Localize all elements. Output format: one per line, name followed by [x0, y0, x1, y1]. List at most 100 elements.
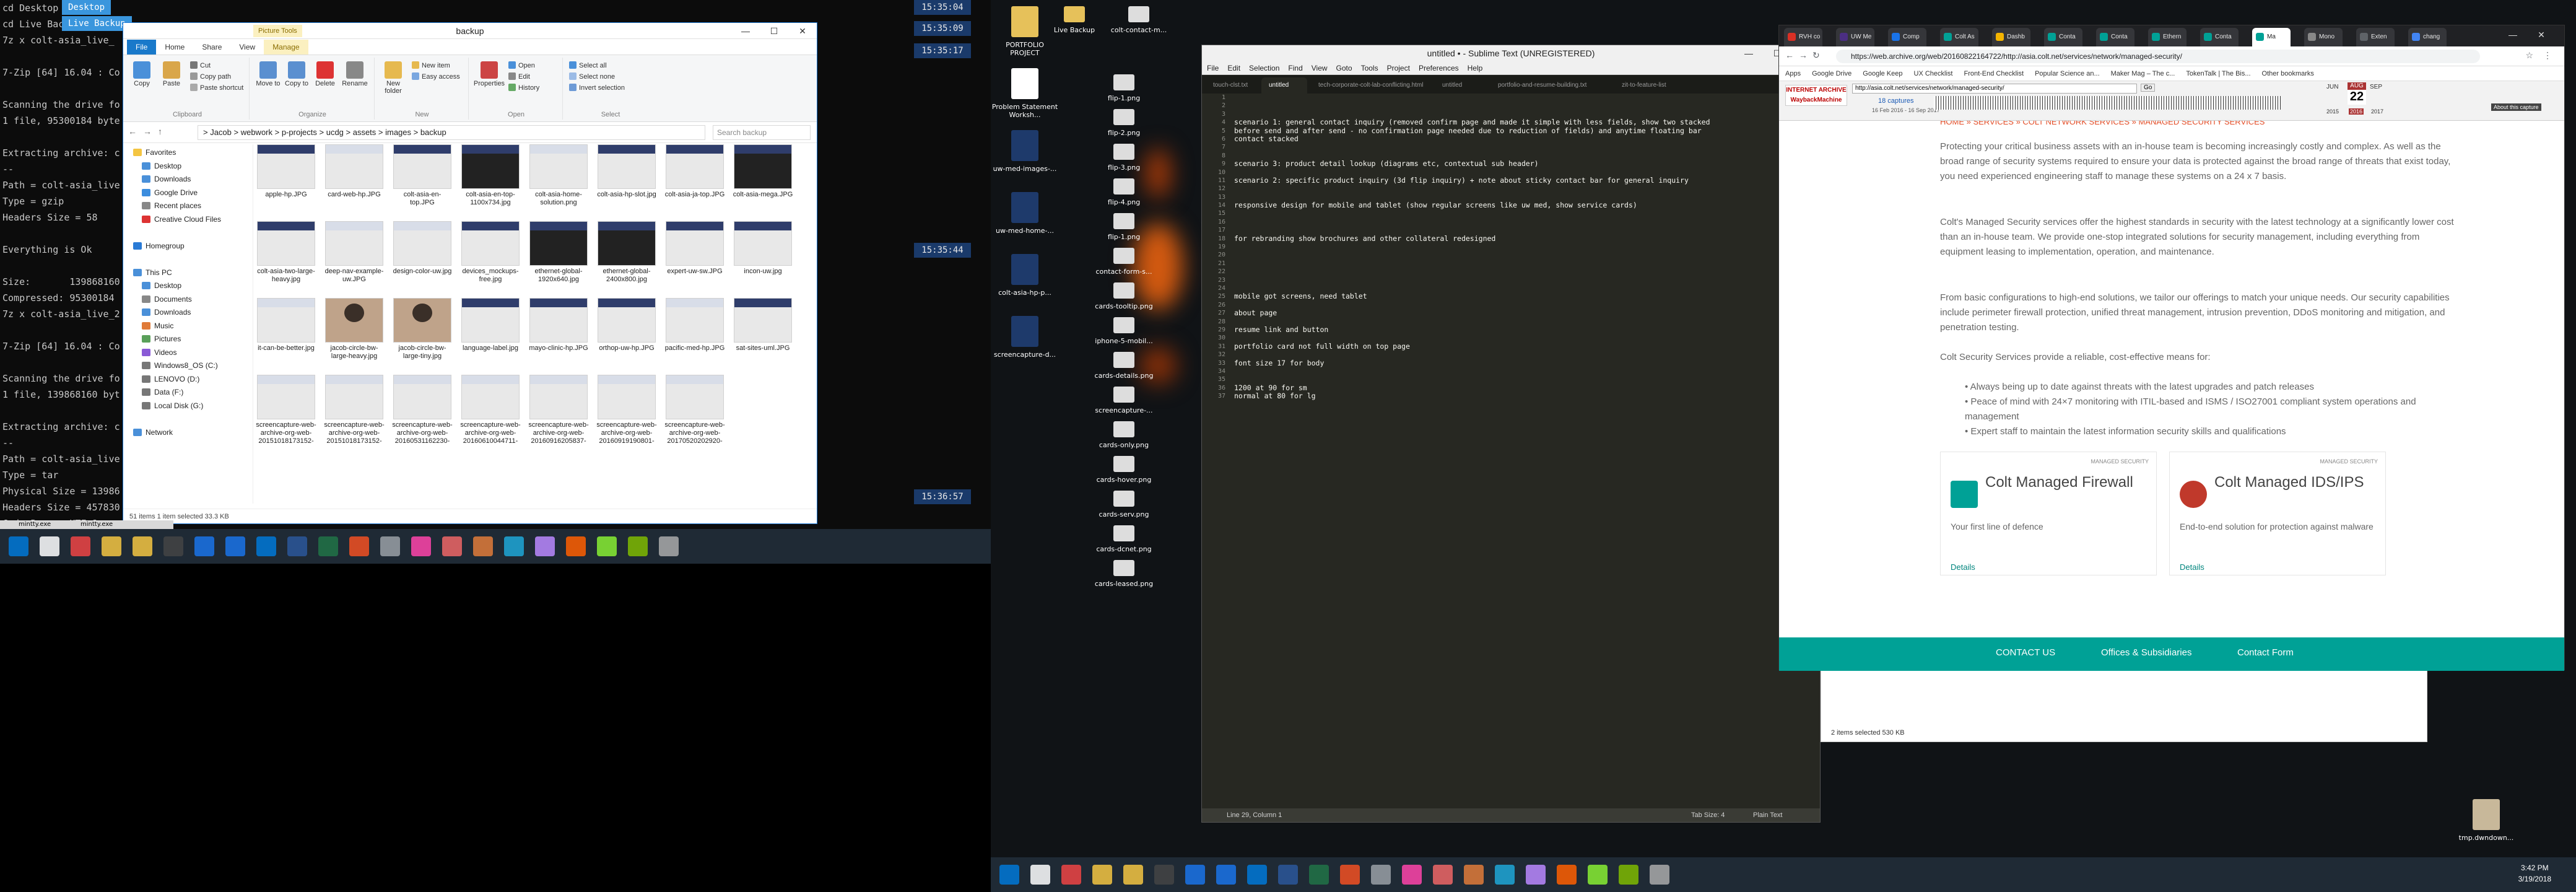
desktop-icon[interactable]: colt-asia-hp-p...: [991, 254, 1059, 297]
taskbar-app-icon[interactable]: [504, 536, 524, 556]
taskbar-app-icon[interactable]: [1123, 865, 1143, 885]
browser-tab[interactable]: Conta: [2096, 28, 2134, 46]
file-thumbnail[interactable]: colt-asia-hp-slot.jpg: [596, 144, 657, 214]
taskbar-app-icon[interactable]: [1154, 865, 1174, 885]
file-thumbnail[interactable]: screencapture-web-archive-org-web-201609…: [596, 375, 657, 444]
file-thumbnail[interactable]: incon-uw.jpg: [733, 221, 793, 291]
taskbar-app-icon[interactable]: [71, 536, 90, 556]
nav-arrows-icon[interactable]: ←→↻: [1785, 50, 1825, 61]
desktop-icon[interactable]: colt-contact-m...: [1105, 6, 1173, 34]
new-item-button[interactable]: New item: [412, 61, 450, 69]
bookmark-item[interactable]: Maker Mag – The c...: [2111, 70, 2175, 77]
desktop-icon[interactable]: cards-tooltip.png: [1090, 282, 1158, 310]
editor-tab[interactable]: untitled: [1261, 77, 1307, 94]
taskbar-app-icon[interactable]: [659, 536, 679, 556]
file-thumbnail[interactable]: card-web-hp.JPG: [324, 144, 385, 214]
terminal-tabs[interactable]: mintty.exe mintty.exe: [0, 520, 173, 529]
file-thumbnail[interactable]: jacob-circle-bw-large-tiny.jpg: [392, 298, 453, 367]
contact-us-link[interactable]: CONTACT US: [1996, 647, 2055, 658]
code-line[interactable]: [1234, 301, 1810, 309]
file-thumbnail[interactable]: screencapture-web-archive-org-web-201510…: [256, 375, 316, 444]
desktop-icon[interactable]: flip-1.png: [1090, 213, 1158, 241]
menu-item[interactable]: Selection: [1249, 64, 1279, 72]
file-thumbnail[interactable]: ethernet-global-2400x800.jpg: [596, 221, 657, 291]
star-icon[interactable]: ☆: [2525, 50, 2533, 61]
pin-button[interactable]: Copy: [128, 61, 155, 87]
edit-button[interactable]: Edit: [508, 72, 530, 81]
menu-item[interactable]: Find: [1288, 64, 1302, 72]
address-bar[interactable]: > Jacob > webwork > p-projects > ucdg > …: [198, 125, 705, 140]
browser-tab[interactable]: Ethern: [2148, 28, 2187, 46]
taskbar-app-icon[interactable]: [1433, 865, 1453, 885]
code-line[interactable]: [1234, 251, 1810, 259]
code-line[interactable]: [1234, 94, 1810, 102]
code-line[interactable]: contact stacked: [1234, 135, 1810, 143]
select-none-button[interactable]: Select none: [569, 72, 615, 81]
file-thumbnail[interactable]: jacob-circle-bw-large-heavy.jpg: [324, 298, 385, 367]
editor-tab[interactable]: touch-clst.txt: [1206, 77, 1258, 94]
file-thumbnail[interactable]: colt-asia-mega.JPG: [733, 144, 793, 214]
code-line[interactable]: [1234, 260, 1810, 268]
taskbar-app-icon[interactable]: [1464, 865, 1484, 885]
history-button[interactable]: History: [508, 84, 539, 92]
nav-arrows-icon[interactable]: ←→↑: [128, 126, 168, 136]
wayback-toolbar[interactable]: INTERNET ARCHIVE WaybackMachine http://as…: [1779, 81, 2564, 121]
nav-item[interactable]: Data (F:): [142, 388, 183, 396]
code-line[interactable]: [1234, 318, 1810, 326]
code-line[interactable]: [1234, 375, 1810, 383]
taskbar-app-icon[interactable]: [102, 536, 121, 556]
bookmark-item[interactable]: Google Drive: [1812, 70, 1852, 77]
code-line[interactable]: resume link and button: [1234, 326, 1810, 334]
code-line[interactable]: font size 17 for body: [1234, 359, 1810, 367]
desktop-icon[interactable]: flip-2.png: [1090, 109, 1158, 137]
taskbar-app-icon[interactable]: [287, 536, 307, 556]
taskbar-app-icon[interactable]: [566, 536, 586, 556]
taskbar-app-icon[interactable]: [1588, 865, 1608, 885]
file-thumbnail[interactable]: deep-nav-example-uw.JPG: [324, 221, 385, 291]
browser-tab[interactable]: Exten: [2356, 28, 2395, 46]
file-thumbnail[interactable]: mayo-clinic-hp.JPG: [528, 298, 589, 367]
nav-item[interactable]: Desktop: [142, 281, 181, 290]
nav-item[interactable]: Downloads: [142, 175, 191, 183]
menu-item[interactable]: View: [1312, 64, 1328, 72]
file-thumbnail[interactable]: colt-asia-en-top-1100x734.jpg: [460, 144, 521, 214]
nav-item[interactable]: Recent places: [142, 201, 201, 210]
taskbar-app-icon[interactable]: [225, 536, 245, 556]
nav-item[interactable]: Pictures: [142, 334, 181, 343]
code-line[interactable]: scenario 3: product detail lookup (diagr…: [1234, 160, 1810, 168]
code-line[interactable]: portfolio card not full width on top pag…: [1234, 343, 1810, 351]
taskbar-app-icon[interactable]: [349, 536, 369, 556]
move-to-button[interactable]: Move to: [255, 61, 282, 87]
desktop-icon[interactable]: Live Backup: [1040, 6, 1108, 34]
code-line[interactable]: [1234, 268, 1810, 276]
open-button[interactable]: Open: [508, 61, 535, 69]
code-line[interactable]: [1234, 284, 1810, 292]
desktop-icon[interactable]: flip-3.png: [1090, 144, 1158, 172]
offices-link[interactable]: Offices & Subsidiaries: [2101, 647, 2191, 658]
minimize-icon[interactable]: —: [2499, 27, 2527, 43]
tab-size[interactable]: Tab Size: 4: [1691, 808, 1725, 822]
file-thumbnail[interactable]: colt-asia-two-large-heavy.jpg: [256, 221, 316, 291]
taskbar-app-icon[interactable]: [1309, 865, 1329, 885]
code-line[interactable]: responsive design for mobile and tablet …: [1234, 201, 1810, 209]
taskbar-app-icon[interactable]: [628, 536, 648, 556]
nav-item[interactable]: This PC: [133, 268, 172, 277]
desktop-icon[interactable]: uw-med-home-...: [991, 192, 1059, 235]
tab-bar[interactable]: touch-clst.txt untitled tech-corporate-col…: [1202, 75, 1820, 94]
desktop-icon[interactable]: iphone-5-mobil...: [1090, 317, 1158, 345]
taskbar-app-icon[interactable]: [1092, 865, 1112, 885]
editor-tab[interactable]: portfolio-and-resume-building.txt: [1490, 77, 1611, 94]
taskbar-app-icon[interactable]: [1278, 865, 1298, 885]
file-thumbnail[interactable]: expert-uw-sw.JPG: [664, 221, 725, 291]
taskbar-app-icon[interactable]: [473, 536, 493, 556]
nav-item[interactable]: Favorites: [133, 148, 176, 157]
month-prev[interactable]: JUN: [2326, 84, 2338, 90]
nav-item[interactable]: Music: [142, 321, 173, 330]
taskbar-monitor-1[interactable]: [0, 529, 991, 564]
desktop-icon[interactable]: screencapture-...: [1090, 387, 1158, 414]
editor-tab[interactable]: tech-corporate-colt-lab-conflicting.html: [1311, 77, 1431, 94]
code-line[interactable]: mobile got screens, need tablet: [1234, 292, 1810, 300]
navigation-pane[interactable]: Favorites Desktop Downloads Google Drive Rec…: [123, 144, 253, 504]
nav-item[interactable]: Documents: [142, 295, 192, 304]
browser-tab[interactable]: Comp: [1888, 28, 1926, 46]
